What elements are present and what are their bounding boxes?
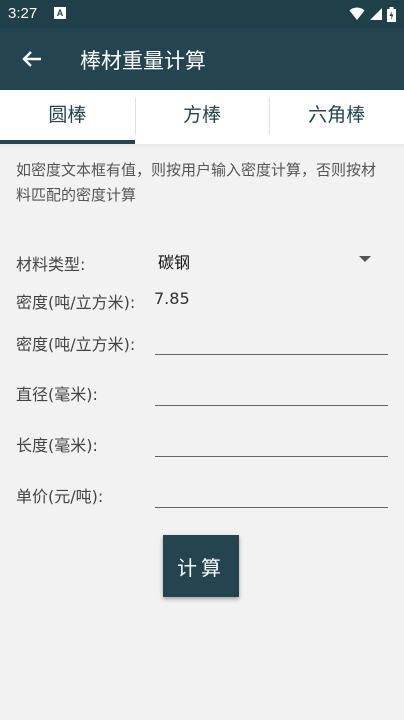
tab-hex-bar[interactable]: 六角棒 <box>269 90 404 144</box>
dropdown-arrow-icon[interactable] <box>359 256 371 262</box>
diameter-label: 直径(毫米): <box>16 385 98 404</box>
notification-a-icon: A <box>54 7 66 19</box>
length-label: 长度(毫米): <box>16 436 98 455</box>
status-time: 3:27 <box>8 5 38 22</box>
material-label: 材料类型: <box>16 255 86 274</box>
signal-icon <box>370 8 382 20</box>
hint-text: 如密度文本框有值，则按用户输入密度计算，否则按材料匹配的密度计算 <box>16 161 377 204</box>
tab-shadow <box>0 144 404 148</box>
tab-square-bar[interactable]: 方棒 <box>134 90 270 144</box>
calculate-button[interactable]: 计算 <box>163 535 239 597</box>
density-display-label: 密度(吨/立方米): <box>16 293 136 312</box>
back-button[interactable] <box>14 41 50 77</box>
tab-round-bar[interactable]: 圆棒 <box>0 90 135 144</box>
density-label: 密度(吨/立方米): <box>16 335 136 354</box>
back-arrow-icon <box>22 51 41 67</box>
price-label: 单价(元/吨): <box>16 487 104 506</box>
density-display-value: 7.85 <box>154 289 190 308</box>
diameter-input[interactable] <box>155 379 388 406</box>
wifi-icon <box>349 7 365 20</box>
material-select[interactable]: 碳钢 <box>158 249 190 273</box>
battery-icon <box>387 6 396 22</box>
price-input[interactable] <box>155 481 388 508</box>
length-input[interactable] <box>155 430 388 457</box>
app-title: 棒材重量计算 <box>80 49 206 73</box>
status-icons <box>349 6 396 22</box>
status-bar: 3:27 A <box>0 0 404 28</box>
tab-bar: 圆棒 方棒 六角棒 <box>0 90 404 144</box>
density-input[interactable] <box>155 328 388 355</box>
app-bar: 棒材重量计算 <box>0 28 404 90</box>
